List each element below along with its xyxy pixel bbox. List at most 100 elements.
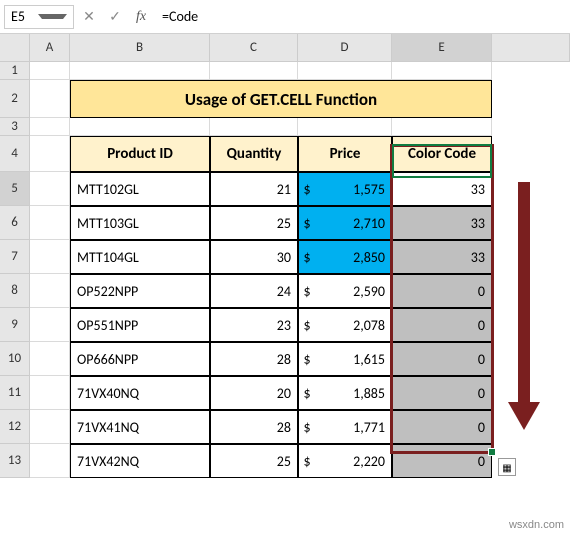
row-header[interactable]: 4 bbox=[0, 136, 30, 172]
cell[interactable] bbox=[70, 118, 210, 136]
col-header[interactable]: B bbox=[70, 34, 210, 62]
table-cell-price[interactable]: $1,575 bbox=[298, 172, 392, 206]
row-header[interactable]: 9 bbox=[0, 308, 30, 342]
col-header[interactable]: E bbox=[392, 34, 492, 62]
currency-symbol: $ bbox=[299, 283, 315, 300]
table-cell-product[interactable]: OP522NPP bbox=[70, 274, 210, 308]
cell[interactable] bbox=[30, 376, 70, 410]
table-cell-colorcode[interactable]: 0 bbox=[392, 308, 492, 342]
table-cell-product[interactable]: 71VX42NQ bbox=[70, 444, 210, 478]
cell[interactable] bbox=[30, 410, 70, 444]
table-header: Quantity bbox=[210, 136, 298, 172]
cell[interactable] bbox=[30, 206, 70, 240]
grid-area: ABCDE Usage of GET.CELL FunctionProduct … bbox=[30, 34, 570, 478]
col-header[interactable]: C bbox=[210, 34, 298, 62]
table-cell-colorcode[interactable]: 0 bbox=[392, 410, 492, 444]
table-cell-colorcode[interactable]: 33 bbox=[392, 206, 492, 240]
cell[interactable] bbox=[392, 118, 492, 136]
table-cell-price[interactable]: $1,885 bbox=[298, 376, 392, 410]
table-cell-price[interactable]: $2,710 bbox=[298, 206, 392, 240]
price-value: 1,771 bbox=[315, 419, 391, 436]
page-title: Usage of GET.CELL Function bbox=[70, 80, 492, 118]
row-header[interactable]: 7 bbox=[0, 240, 30, 274]
name-box-value: E5 bbox=[11, 8, 32, 25]
cell[interactable] bbox=[210, 62, 298, 80]
table-cell-qty[interactable]: 23 bbox=[210, 308, 298, 342]
cell[interactable] bbox=[30, 308, 70, 342]
table-cell-qty[interactable]: 28 bbox=[210, 410, 298, 444]
currency-symbol: $ bbox=[299, 249, 315, 266]
table-cell-colorcode[interactable]: 0 bbox=[392, 444, 492, 478]
table-cell-product[interactable]: 71VX41NQ bbox=[70, 410, 210, 444]
table-cell-colorcode[interactable]: 0 bbox=[392, 376, 492, 410]
formula-bar: E5 ✕ ✓ fx =Code bbox=[0, 0, 570, 34]
table-cell-qty[interactable]: 25 bbox=[210, 206, 298, 240]
table-cell-price[interactable]: $2,590 bbox=[298, 274, 392, 308]
cell[interactable] bbox=[392, 62, 492, 80]
table-cell-price[interactable]: $2,220 bbox=[298, 444, 392, 478]
row-header[interactable]: 1 bbox=[0, 62, 30, 80]
cell[interactable] bbox=[30, 274, 70, 308]
cell[interactable] bbox=[30, 136, 70, 172]
table-cell-price[interactable]: $1,771 bbox=[298, 410, 392, 444]
price-value: 1,615 bbox=[315, 351, 391, 368]
row-header[interactable]: 12 bbox=[0, 410, 30, 444]
currency-symbol: $ bbox=[299, 181, 315, 198]
fill-handle[interactable] bbox=[488, 448, 496, 456]
col-header[interactable]: D bbox=[298, 34, 392, 62]
formula-input[interactable]: =Code bbox=[156, 5, 566, 29]
table-cell-qty[interactable]: 30 bbox=[210, 240, 298, 274]
row-header[interactable]: 2 bbox=[0, 80, 30, 118]
col-header[interactable] bbox=[492, 34, 570, 62]
table-cell-qty[interactable]: 21 bbox=[210, 172, 298, 206]
name-box[interactable]: E5 bbox=[4, 5, 74, 29]
table-cell-price[interactable]: $1,615 bbox=[298, 342, 392, 376]
table-cell-product[interactable]: OP551NPP bbox=[70, 308, 210, 342]
cell[interactable] bbox=[298, 62, 392, 80]
grid[interactable]: Usage of GET.CELL FunctionProduct IDQuan… bbox=[30, 62, 570, 478]
row-header[interactable]: 8 bbox=[0, 274, 30, 308]
table-cell-product[interactable]: OP666NPP bbox=[70, 342, 210, 376]
cell[interactable] bbox=[70, 62, 210, 80]
row-header[interactable]: 6 bbox=[0, 206, 30, 240]
cell[interactable] bbox=[210, 118, 298, 136]
fx-button[interactable]: fx bbox=[130, 6, 152, 28]
cell[interactable] bbox=[298, 118, 392, 136]
row-header[interactable]: 3 bbox=[0, 118, 30, 136]
table-cell-colorcode[interactable]: 0 bbox=[392, 274, 492, 308]
chevron-down-icon[interactable] bbox=[38, 14, 67, 19]
table-cell-product[interactable]: 71VX40NQ bbox=[70, 376, 210, 410]
table-cell-product[interactable]: MTT104GL bbox=[70, 240, 210, 274]
table-cell-colorcode[interactable]: 33 bbox=[392, 240, 492, 274]
row-header[interactable]: 13 bbox=[0, 444, 30, 478]
col-header[interactable]: A bbox=[30, 34, 70, 62]
currency-symbol: $ bbox=[299, 385, 315, 402]
table-cell-qty[interactable]: 25 bbox=[210, 444, 298, 478]
confirm-button[interactable]: ✓ bbox=[104, 6, 126, 28]
cell[interactable] bbox=[30, 172, 70, 206]
cell[interactable] bbox=[30, 240, 70, 274]
table-cell-price[interactable]: $2,850 bbox=[298, 240, 392, 274]
row-header[interactable]: 10 bbox=[0, 342, 30, 376]
cancel-button[interactable]: ✕ bbox=[78, 6, 100, 28]
cell[interactable] bbox=[30, 118, 70, 136]
price-value: 2,078 bbox=[315, 317, 391, 334]
table-cell-product[interactable]: MTT102GL bbox=[70, 172, 210, 206]
row-header[interactable]: 11 bbox=[0, 376, 30, 410]
cell[interactable] bbox=[30, 62, 70, 80]
table-cell-colorcode[interactable]: 0 bbox=[392, 342, 492, 376]
table-cell-colorcode[interactable]: 33 bbox=[392, 172, 492, 206]
cell[interactable] bbox=[30, 342, 70, 376]
table-cell-qty[interactable]: 24 bbox=[210, 274, 298, 308]
cell[interactable] bbox=[30, 444, 70, 478]
table-header: Price bbox=[298, 136, 392, 172]
cell[interactable] bbox=[30, 80, 70, 118]
row-header[interactable]: 5 bbox=[0, 172, 30, 206]
table-cell-qty[interactable]: 28 bbox=[210, 342, 298, 376]
table-cell-price[interactable]: $2,078 bbox=[298, 308, 392, 342]
autofill-options-icon[interactable]: ▦ bbox=[498, 458, 516, 476]
row-headers: 12345678910111213 bbox=[0, 34, 30, 478]
table-cell-product[interactable]: MTT103GL bbox=[70, 206, 210, 240]
select-all-corner[interactable] bbox=[0, 34, 30, 62]
table-cell-qty[interactable]: 20 bbox=[210, 376, 298, 410]
